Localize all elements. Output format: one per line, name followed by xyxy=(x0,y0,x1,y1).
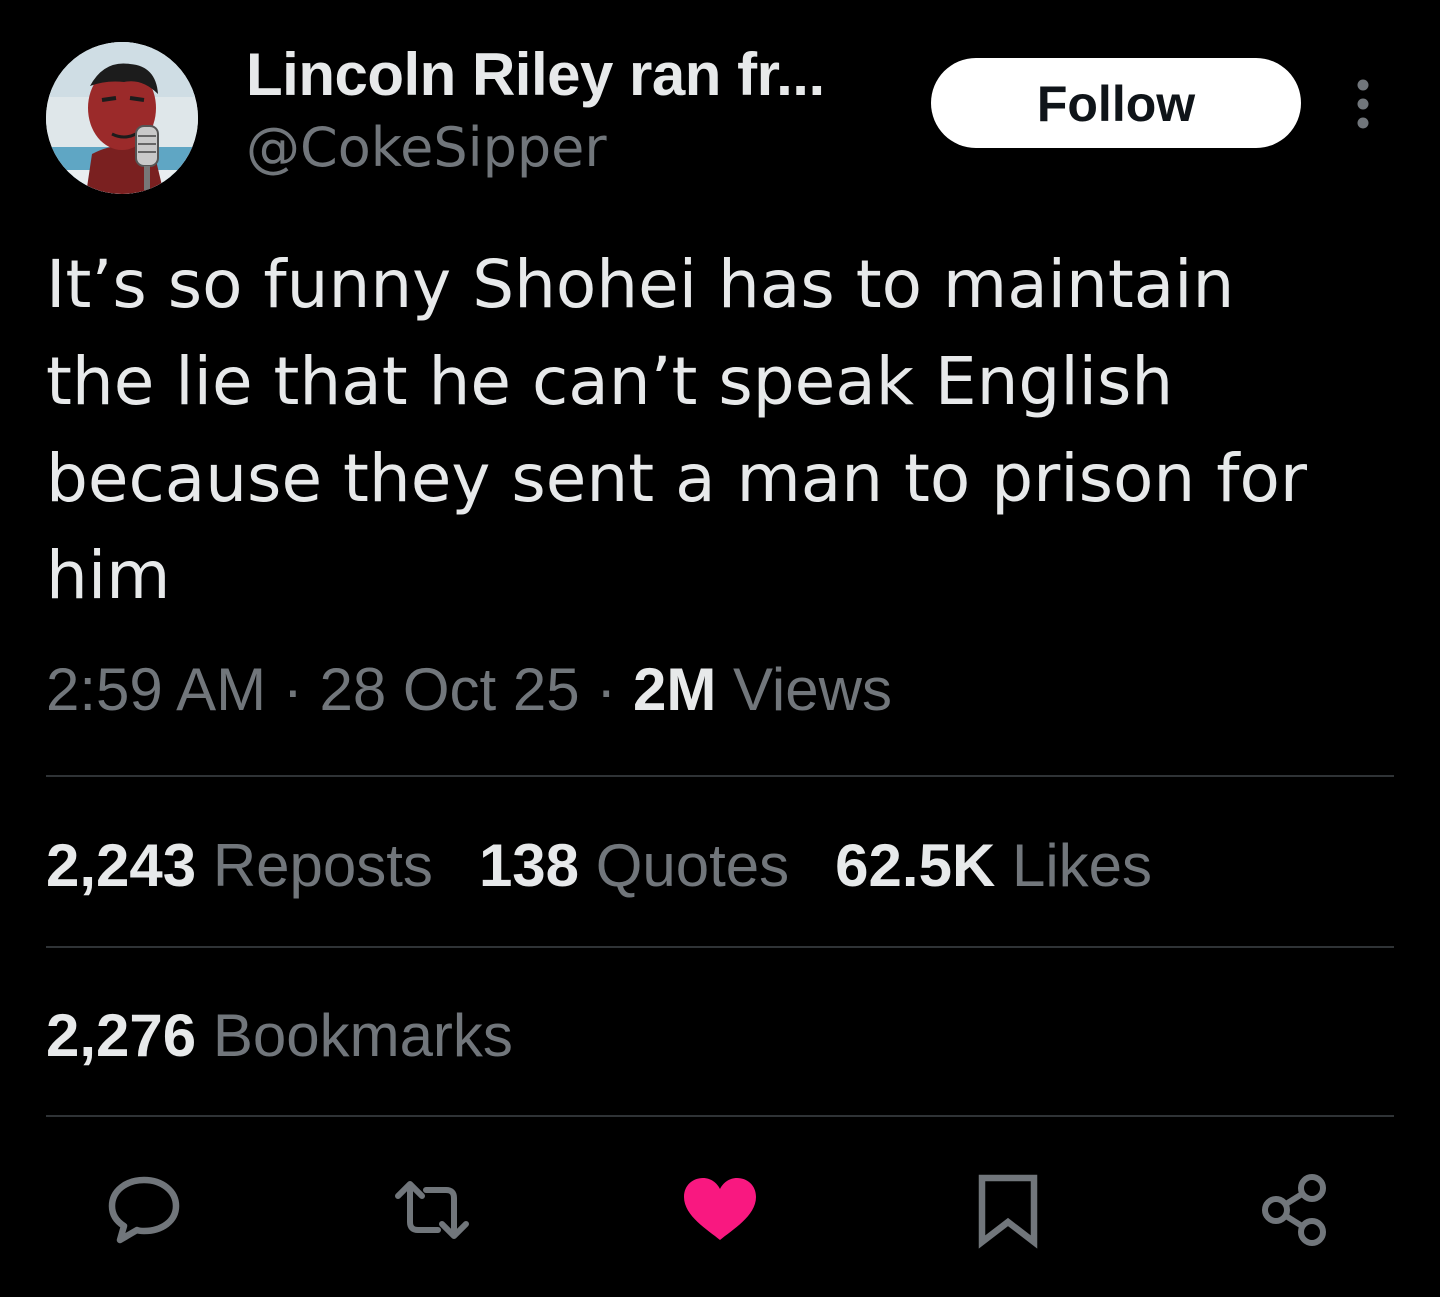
avatar-image xyxy=(46,42,198,194)
more-vertical-icon[interactable] xyxy=(1346,78,1380,130)
tweet-time[interactable]: 2:59 AM xyxy=(46,656,266,723)
meta-separator: · xyxy=(282,656,303,723)
tweet-text: It’s so funny Shohei has to maintain the… xyxy=(46,246,1307,614)
quotes-stat[interactable]: 138 Quotes xyxy=(479,826,789,906)
heart-icon[interactable] xyxy=(680,1170,760,1250)
likes-label: Likes xyxy=(1011,832,1153,899)
quotes-count: 138 xyxy=(478,832,580,899)
tweet-header: Lincoln Riley ran fr... @CokeSipper Foll… xyxy=(46,40,1396,200)
user-handle[interactable]: @CokeSipper xyxy=(246,112,825,184)
bookmark-icon[interactable] xyxy=(968,1170,1048,1250)
views-label: Views xyxy=(732,656,892,723)
reposts-stat[interactable]: 2,243 Reposts xyxy=(46,826,433,906)
reply-icon[interactable] xyxy=(104,1170,184,1250)
likes-stat[interactable]: 62.5K Likes xyxy=(835,826,1152,906)
reposts-label: Reposts xyxy=(212,832,433,899)
engagement-stats: 2,243 Reposts 138 Quotes 62.5K Likes xyxy=(46,826,1198,906)
author-names: Lincoln Riley ran fr... @CokeSipper xyxy=(246,40,825,184)
quotes-label: Quotes xyxy=(595,832,790,899)
divider xyxy=(46,946,1394,948)
divider xyxy=(46,1115,1394,1117)
share-icon[interactable] xyxy=(1256,1170,1336,1250)
views-count: 2M xyxy=(632,656,717,723)
follow-button[interactable]: Follow xyxy=(931,58,1301,148)
display-name[interactable]: Lincoln Riley ran fr... xyxy=(246,40,825,110)
tweet-date[interactable]: 28 Oct 25 xyxy=(319,656,579,723)
repost-icon[interactable] xyxy=(392,1170,472,1250)
likes-count: 62.5K xyxy=(835,832,996,899)
bookmarks-count: 2,276 xyxy=(46,1002,197,1069)
avatar[interactable] xyxy=(46,42,198,194)
bookmarks-label: Bookmarks xyxy=(212,1002,513,1069)
action-bar xyxy=(0,1170,1440,1260)
divider xyxy=(46,775,1394,777)
reposts-count: 2,243 xyxy=(46,832,197,899)
bookmarks-stat[interactable]: 2,276 Bookmarks xyxy=(46,996,559,1076)
meta-separator: · xyxy=(596,656,617,723)
tweet-meta: 2:59 AM · 28 Oct 25 · 2M Views xyxy=(46,650,892,730)
